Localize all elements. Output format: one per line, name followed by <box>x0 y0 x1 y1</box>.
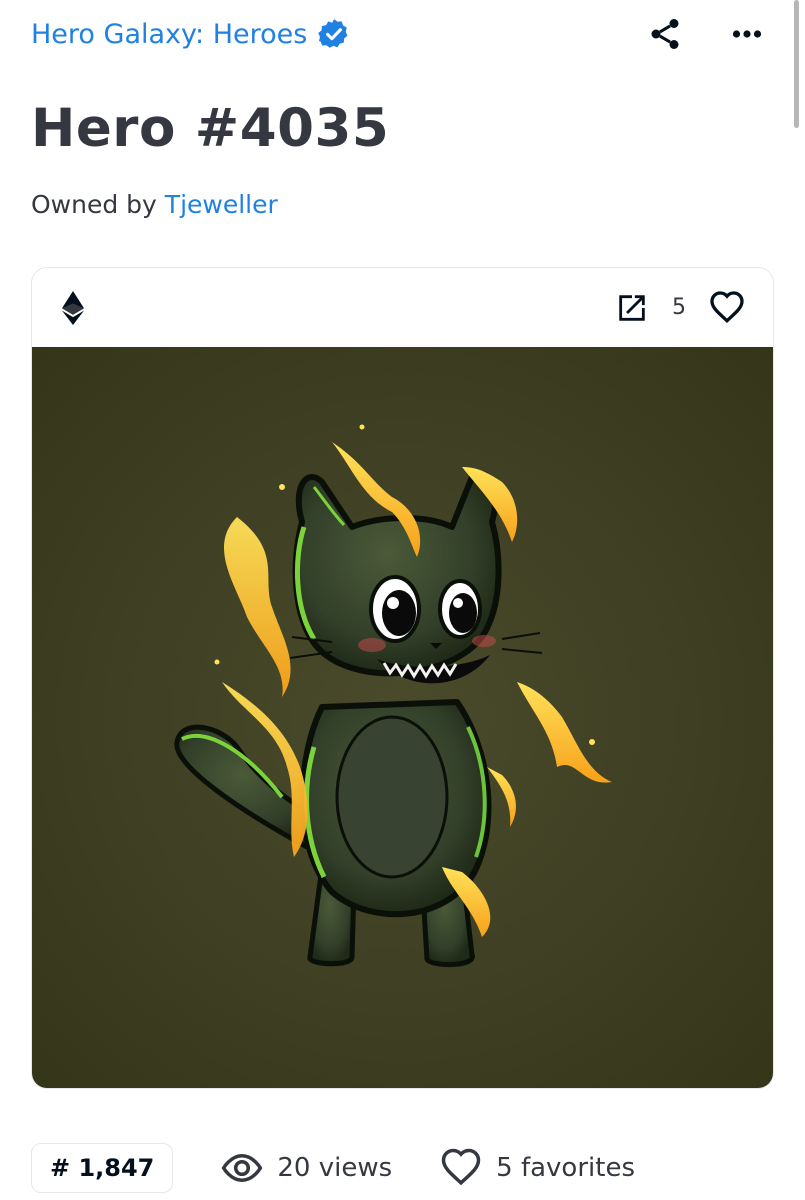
rank-badge[interactable]: # 1,847 <box>31 1143 174 1193</box>
nft-image[interactable] <box>32 347 773 1088</box>
owner-line: Owned by Tjeweller <box>31 190 278 219</box>
scrollbar[interactable] <box>794 0 799 128</box>
verified-badge-icon <box>318 19 348 48</box>
item-title: Hero #4035 <box>31 98 390 159</box>
open-external-icon[interactable] <box>615 291 649 325</box>
header-actions <box>647 16 765 52</box>
card-header: 5 <box>32 268 773 347</box>
item-media-card: 5 <box>31 267 774 1089</box>
share-icon[interactable] <box>647 16 683 52</box>
card-header-actions: 5 <box>615 290 745 326</box>
favorites-stat: 5 favorites <box>440 1147 635 1189</box>
nft-item-page: Hero Galaxy: Heroes Hero #4035 Owned by … <box>0 0 805 1200</box>
heart-icon[interactable] <box>709 290 745 326</box>
favorites-count: 5 favorites <box>496 1153 635 1183</box>
owner-prefix: Owned by <box>31 190 157 219</box>
eye-icon <box>221 1153 263 1183</box>
heart-outline-icon <box>441 1148 481 1186</box>
more-options-icon[interactable] <box>729 16 765 52</box>
collection-name: Hero Galaxy: Heroes <box>31 18 308 50</box>
item-header-row: Hero Galaxy: Heroes <box>31 14 765 54</box>
views-stat: 20 views <box>221 1147 392 1189</box>
cat-artwork-illustration <box>174 424 612 968</box>
ethereum-icon <box>62 290 84 325</box>
views-count: 20 views <box>277 1153 393 1183</box>
item-stats-row: # 1,847 20 views 5 favorites <box>31 1142 774 1194</box>
collection-link[interactable]: Hero Galaxy: Heroes <box>31 17 351 51</box>
favorite-count: 5 <box>672 295 686 320</box>
owner-link[interactable]: Tjeweller <box>165 190 278 219</box>
